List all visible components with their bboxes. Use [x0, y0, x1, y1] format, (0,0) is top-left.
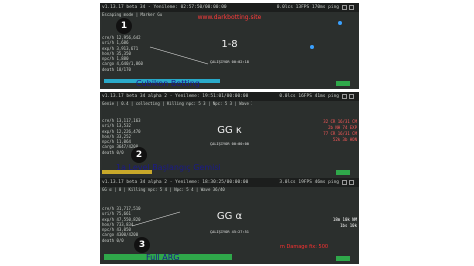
map-name: GG κ [217, 125, 242, 136]
health-bar [336, 256, 350, 261]
screenshot-panel-2: v1.13.17 beta 34 alpha 2 - Yenileme: 19:… [100, 92, 359, 178]
caption-text: 1a Level Başlangıç Gemisi [116, 163, 221, 172]
damage-label: m Damage fix: 500 [280, 244, 329, 250]
reward-line: 77 CR 16/31 CM [323, 131, 357, 136]
step-marker-2: 2 [131, 147, 147, 163]
caption-text: Full ARG [146, 253, 180, 262]
minimap-dot-icon [310, 45, 314, 49]
title-bar: v1.13.17 beta 34 alpha 2 - Yenileme: 19:… [100, 92, 359, 101]
reward-line: 1bs 10k [340, 223, 357, 228]
step-marker-1: 1 [116, 18, 132, 34]
reward-line: 52k 3b HON [332, 137, 357, 142]
reward-line: 2b NH 74 EXP [328, 125, 357, 130]
minimap-dot-icon [338, 21, 342, 25]
close-button[interactable] [349, 94, 354, 99]
health-bar [336, 81, 350, 86]
minimize-button[interactable] [342, 94, 347, 99]
screenshot-panel-3: v1.13.17 beta 34 alpha 2 - Yenileme: 18:… [100, 178, 359, 264]
run-timer: ÇALIŞIYOR 00:00:00 [210, 142, 249, 146]
screenshot-panel-1: v1.13.17 beta 34 - Yenileme: 02:57:50/00… [100, 3, 359, 89]
step-marker-3: 3 [134, 237, 150, 253]
bot-status-text: v1.13.17 beta 34 alpha 2 - Yenileme: 19:… [102, 94, 249, 99]
status-subbar: Genie | 0.4 | collecting | Killing npc: … [102, 101, 252, 106]
perf-text: 0.0lcs 16FPS 41ms ping [279, 94, 339, 99]
reward-line: 18m 10k NM [332, 217, 357, 222]
health-bar [336, 170, 350, 175]
pointer-line [149, 46, 209, 65]
reward-line: 32 CR 16/31 CM [323, 119, 357, 124]
caption-text: Cubikon Botting [136, 79, 200, 88]
